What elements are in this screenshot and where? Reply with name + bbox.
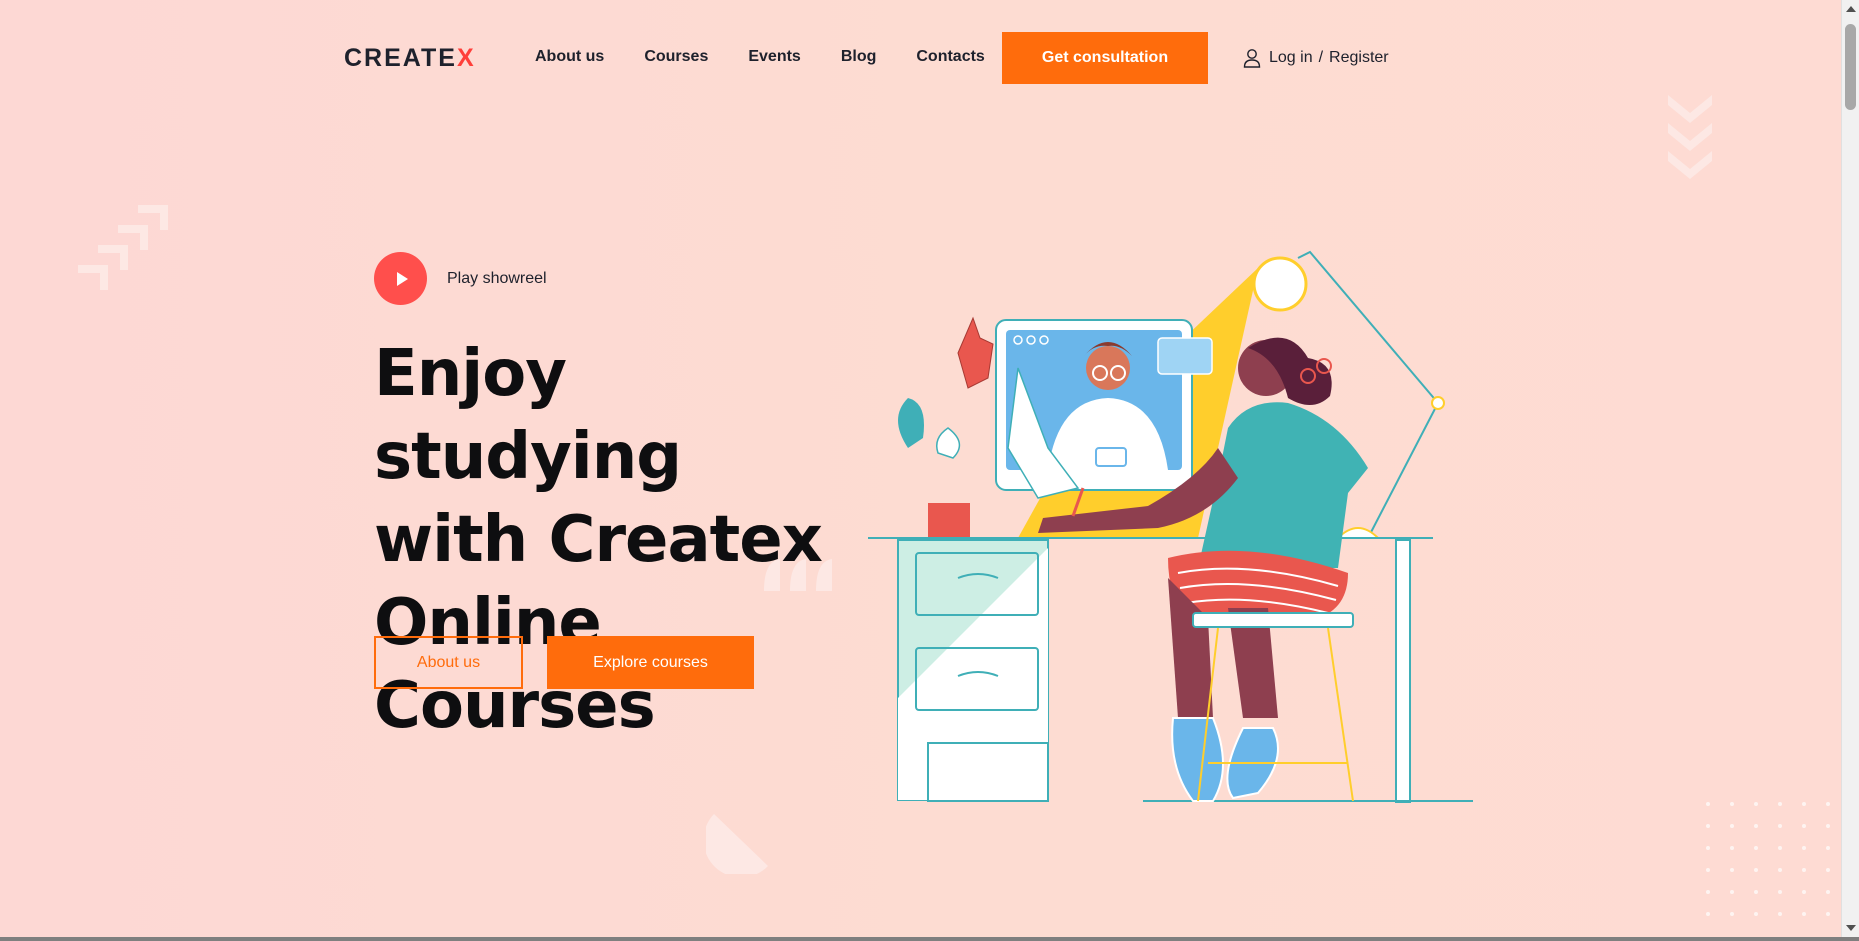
page: CREATEX About us Courses Events Blog Con…: [0, 0, 1841, 937]
logo-text: CREATE: [344, 44, 457, 72]
logo[interactable]: CREATEX: [344, 44, 476, 73]
hero-illustration: [868, 250, 1473, 803]
chair-seat: [1192, 612, 1354, 628]
auth-links: Log in / Register: [1243, 48, 1389, 68]
chevron-down-decoration: [1668, 95, 1712, 179]
main-nav: About us Courses Events Blog Contacts: [535, 48, 1025, 66]
scrollbar-thumb[interactable]: [1845, 24, 1856, 110]
auth-separator: /: [1318, 49, 1324, 66]
get-consultation-button[interactable]: Get consultation: [1002, 32, 1208, 84]
half-circle-decoration: [706, 814, 768, 874]
pointing-hand: [957, 316, 994, 389]
shoe-left: [1171, 717, 1224, 802]
play-showreel-label: Play showreel: [447, 269, 547, 287]
login-link[interactable]: Log in: [1269, 49, 1313, 67]
logo-x-icon: X: [456, 44, 476, 72]
nav-courses[interactable]: Courses: [644, 48, 708, 66]
play-showreel[interactable]: Play showreel: [374, 252, 547, 305]
plant: [898, 398, 924, 448]
window-bottom-edge: [0, 937, 1859, 941]
scroll-up-icon[interactable]: [1846, 6, 1856, 12]
play-icon: [396, 271, 408, 286]
register-link[interactable]: Register: [1329, 49, 1389, 67]
hero-title-line-2: with Createx: [374, 503, 823, 577]
chevron-stairs-decoration: [78, 205, 168, 290]
scroll-down-icon[interactable]: [1846, 925, 1856, 931]
nav-blog[interactable]: Blog: [841, 48, 877, 66]
about-us-button[interactable]: About us: [374, 636, 523, 689]
dots-decoration: [1706, 802, 1830, 916]
nav-about-us[interactable]: About us: [535, 48, 604, 66]
nav-events[interactable]: Events: [748, 48, 800, 66]
page-scrollbar[interactable]: [1841, 0, 1859, 937]
play-button[interactable]: [374, 252, 427, 305]
explore-courses-button[interactable]: Explore courses: [547, 636, 754, 689]
user-icon: [1243, 49, 1261, 68]
hero-title-line-1: Enjoy studying: [374, 337, 682, 494]
lamp-head: [1252, 256, 1308, 312]
nav-contacts[interactable]: Contacts: [916, 48, 984, 66]
